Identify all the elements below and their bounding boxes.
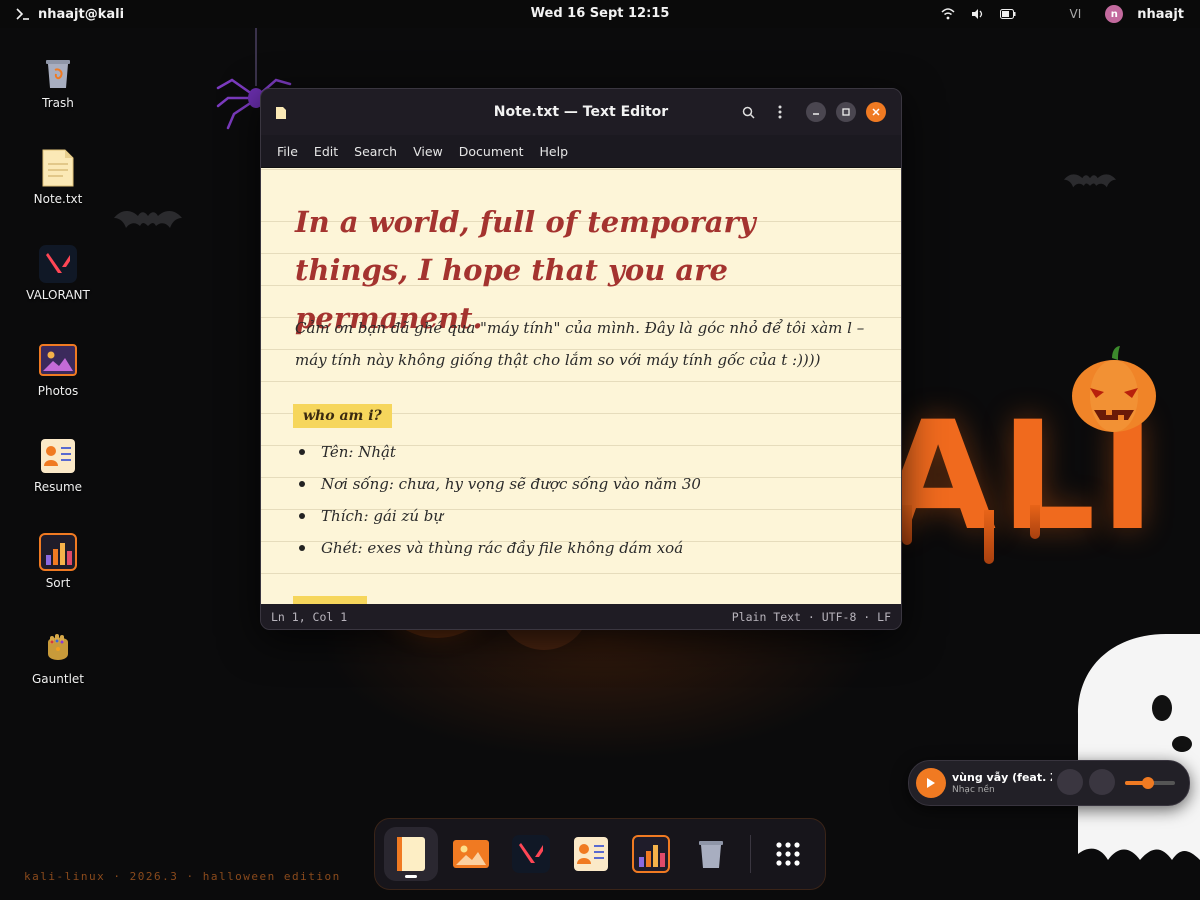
desktop-icon-label: Photos [37,384,79,398]
menu-edit[interactable]: Edit [314,144,338,159]
file-format-info: Plain Text · UTF-8 · LF [731,610,891,624]
section-label: who am i? [293,404,392,428]
dock-app-grid[interactable] [761,827,815,881]
desktop-icon-sort[interactable]: Sort [18,532,98,590]
minimize-icon [813,113,819,115]
status-bar: Ln 1, Col 1 Plain Text · UTF-8 · LF [261,604,901,629]
trash-app-icon [699,841,723,868]
avatar[interactable]: n [1105,5,1124,23]
dock [374,818,826,890]
play-icon [927,778,935,788]
input-language-indicator[interactable]: VI [1070,7,1082,21]
user-host-label: nhaajt@kali [38,6,125,22]
photos-icon [38,340,78,380]
active-indicator [405,875,417,878]
desktop-icon-label: VALORANT [26,288,90,302]
note-file-icon [38,148,78,188]
desktop-icon-gauntlet[interactable]: Gauntlet [18,628,98,686]
logo-drip [1030,505,1040,539]
close-icon [872,108,880,116]
menu-file[interactable]: File [277,144,298,159]
dock-valorant-app[interactable] [504,827,558,881]
desktop-icon-label: Resume [33,480,83,494]
list-item: Nơi sống: chưa, hy vọng sẽ được sống vào… [299,468,701,500]
wifi-icon[interactable] [940,6,956,22]
maximize-icon [842,108,850,116]
logo-drip [902,505,912,545]
desktop-icon-label: Trash [42,96,74,110]
username-label[interactable]: nhaajt [1137,7,1184,22]
volume-knob[interactable] [1141,777,1154,789]
desktop-icon-valorant[interactable]: VALORANT [18,244,98,302]
menu-view[interactable]: View [413,144,443,159]
window-title: Note.txt — Text Editor [493,104,669,120]
track-title: vùng vẫy (feat. Z... [952,771,1052,784]
search-icon [742,106,755,119]
desktop-icon-trash[interactable]: Trash [18,52,98,110]
music-player: vùng vẫy (feat. Z... Nhạc nền [908,760,1190,806]
window-titlebar[interactable]: Note.txt — Text Editor [261,89,901,135]
menu-document[interactable]: Document [459,144,524,159]
menu-search[interactable]: Search [354,144,397,159]
note-intro: Cảm ơn bạn đã ghé qua "máy tính" của mìn… [295,319,865,369]
about-list: Tên: Nhật Nơi sống: chưa, hy vọng sẽ đượ… [299,436,701,564]
list-item: Tên: Nhật [299,436,701,468]
dock-trash-app[interactable] [684,827,738,881]
photos-app-icon [453,840,489,868]
ghost-icon [1078,634,1200,860]
pumpkin-icon [1072,346,1156,432]
trash-icon [38,52,78,92]
minimize-button[interactable] [806,102,826,122]
sort-app-icon [632,835,670,873]
desktop-icon-label: Sort [45,576,71,590]
sort-chart-icon [38,532,78,572]
valorant-icon [38,244,78,284]
previous-track-button[interactable] [1057,769,1083,795]
volume-slider[interactable] [1125,777,1175,789]
desktop-icon-label: Gauntlet [32,672,84,686]
kebab-menu-icon [778,105,782,119]
desktop-icon-photos[interactable]: Photos [18,340,98,398]
volume-icon[interactable] [970,6,986,22]
menu-bar: File Edit Search View Document Help [261,135,901,168]
next-section-label-partial [293,596,367,604]
dock-separator [750,835,751,873]
terminal-launcher[interactable]: nhaajt@kali [16,0,124,28]
dock-note-app[interactable] [384,827,438,881]
desktop-icon-label: Note.txt [33,192,83,206]
logo-drip [984,510,994,564]
terminal-prompt-icon [16,8,29,20]
text-editor-window: Note.txt — Text Editor File Edit Search … [260,88,902,630]
track-subtitle: Nhạc nền [952,785,995,795]
search-button[interactable] [738,102,758,122]
desktop-icon-note[interactable]: Note.txt [18,148,98,206]
bat-icon [1064,174,1116,188]
dock-photos-app[interactable] [444,827,498,881]
top-panel: nhaajt@kali Wed 16 Sept 12:15 VI n nhaaj… [0,0,1200,28]
resume-icon [38,436,78,476]
valorant-app-icon [512,835,550,873]
resume-app-icon [574,837,608,871]
menu-help[interactable]: Help [540,144,569,159]
app-grid-icon [776,842,800,866]
note-app-icon [397,837,425,871]
bat-icon [114,211,182,228]
play-button[interactable] [916,768,946,798]
next-track-button[interactable] [1089,769,1115,795]
close-button[interactable] [866,102,886,122]
cursor-position: Ln 1, Col 1 [271,610,348,624]
more-options-button[interactable] [770,102,790,122]
desktop-icon-resume[interactable]: Resume [18,436,98,494]
battery-icon[interactable] [999,6,1016,22]
list-item: Thích: gái zú bự [299,500,701,532]
text-area[interactable]: In a world, full of temporary things, I … [261,168,901,604]
dock-resume-app[interactable] [564,827,618,881]
dock-sort-app[interactable] [624,827,678,881]
footer-edition-text: kali-linux · 2026.3 · halloween edition [24,870,341,883]
maximize-button[interactable] [836,102,856,122]
gauntlet-icon [38,628,78,668]
clock[interactable]: Wed 16 Sept 12:15 [531,6,670,21]
list-item: Ghét: exes và thùng rác đầy file không d… [299,532,701,564]
